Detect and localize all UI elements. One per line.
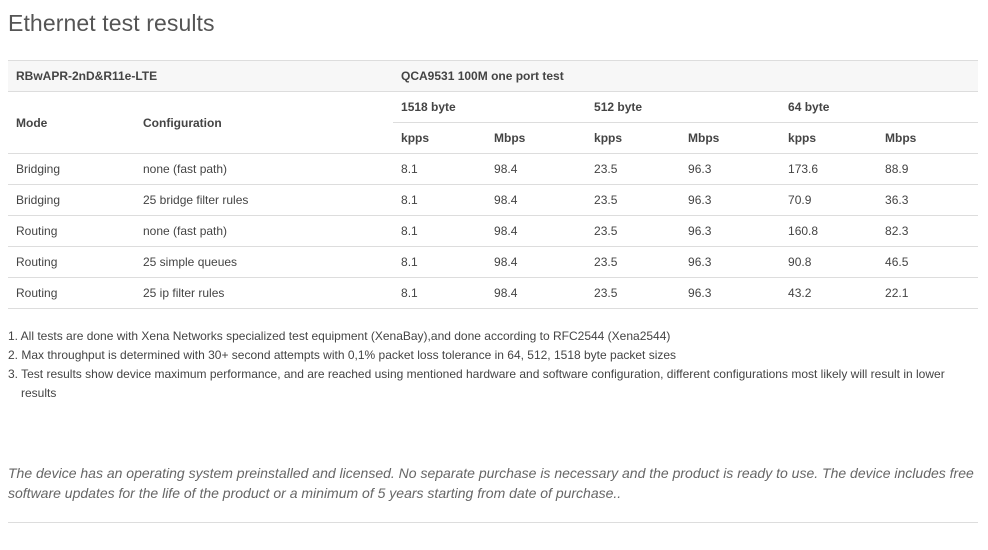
header-unit-kpps: kpps — [780, 122, 878, 154]
ethernet-results-table: RBwAPR-2nD&R11e-LTE QCA9531 100M one por… — [8, 60, 979, 309]
cell-value: 96.3 — [680, 184, 781, 216]
cell-configuration: 25 bridge filter rules — [135, 184, 394, 216]
cell-value: 8.1 — [393, 153, 487, 185]
note-item: 2. Max throughput is determined with 30+… — [8, 348, 677, 362]
cell-value: 8.1 — [393, 277, 487, 309]
cell-configuration: 25 ip filter rules — [135, 277, 394, 309]
header-mode: Mode — [8, 91, 135, 154]
cell-value: 23.5 — [586, 184, 681, 216]
cell-configuration: 25 simple queues — [135, 246, 394, 278]
cell-value: 82.3 — [877, 215, 979, 247]
cell-value: 96.3 — [680, 246, 781, 278]
divider — [8, 522, 978, 523]
cell-value: 96.3 — [680, 277, 781, 309]
table-model-row: RBwAPR-2nD&R11e-LTE QCA9531 100M one por… — [8, 60, 979, 92]
cell-value: 98.4 — [486, 246, 587, 278]
cell-value: 23.5 — [586, 153, 681, 185]
note-item: 3. Test results show device maximum perf… — [8, 367, 945, 400]
header-unit-mbps: Mbps — [877, 122, 979, 154]
cell-value: 96.3 — [680, 215, 781, 247]
cell-value: 43.2 — [780, 277, 878, 309]
cell-value: 23.5 — [586, 246, 681, 278]
cell-value: 96.3 — [680, 153, 781, 185]
table-row: Bridging 25 bridge filter rules 8.1 98.4… — [8, 184, 979, 216]
header-unit-kpps: kpps — [586, 122, 681, 154]
cell-mode: Routing — [8, 277, 135, 309]
cell-value: 36.3 — [877, 184, 979, 216]
header-unit-mbps: Mbps — [680, 122, 781, 154]
cell-value: 8.1 — [393, 215, 487, 247]
cell-value: 90.8 — [780, 246, 878, 278]
cell-value: 8.1 — [393, 184, 487, 216]
cell-value: 23.5 — [586, 215, 681, 247]
cell-value: 160.8 — [780, 215, 878, 247]
cell-mode: Bridging — [8, 153, 135, 185]
test-notes: 1. All tests are done with Xena Networks… — [8, 327, 968, 403]
note-item: 1. All tests are done with Xena Networks… — [8, 329, 671, 343]
cell-value: 23.5 — [586, 277, 681, 309]
table-row: Bridging none (fast path) 8.1 98.4 23.5 … — [8, 153, 979, 185]
table-row: Routing 25 ip filter rules 8.1 98.4 23.5… — [8, 277, 979, 309]
table-row: Routing none (fast path) 8.1 98.4 23.5 9… — [8, 215, 979, 247]
cell-value: 98.4 — [486, 277, 587, 309]
table-row: Routing 25 simple queues 8.1 98.4 23.5 9… — [8, 246, 979, 278]
test-name: QCA9531 100M one port test — [393, 60, 979, 92]
header-unit-kpps: kpps — [393, 122, 487, 154]
cell-value: 173.6 — [780, 153, 878, 185]
cell-mode: Routing — [8, 246, 135, 278]
license-disclaimer: The device has an operating system prein… — [8, 465, 974, 501]
header-packet-size: 512 byte — [586, 91, 781, 123]
header-unit-mbps: Mbps — [486, 122, 587, 154]
cell-value: 98.4 — [486, 215, 587, 247]
header-packet-size: 1518 byte — [393, 91, 587, 123]
cell-value: 22.1 — [877, 277, 979, 309]
cell-value: 88.9 — [877, 153, 979, 185]
cell-mode: Bridging — [8, 184, 135, 216]
model-name: RBwAPR-2nD&R11e-LTE — [8, 60, 394, 92]
cell-mode: Routing — [8, 215, 135, 247]
page-title: Ethernet test results — [8, 10, 215, 36]
cell-value: 70.9 — [780, 184, 878, 216]
cell-value: 46.5 — [877, 246, 979, 278]
table-header-row: Mode Configuration 1518 byte 512 byte 64… — [8, 91, 979, 154]
cell-configuration: none (fast path) — [135, 153, 394, 185]
cell-value: 8.1 — [393, 246, 487, 278]
cell-configuration: none (fast path) — [135, 215, 394, 247]
cell-value: 98.4 — [486, 153, 587, 185]
cell-value: 98.4 — [486, 184, 587, 216]
header-configuration: Configuration — [135, 91, 394, 154]
header-packet-size: 64 byte — [780, 91, 979, 123]
